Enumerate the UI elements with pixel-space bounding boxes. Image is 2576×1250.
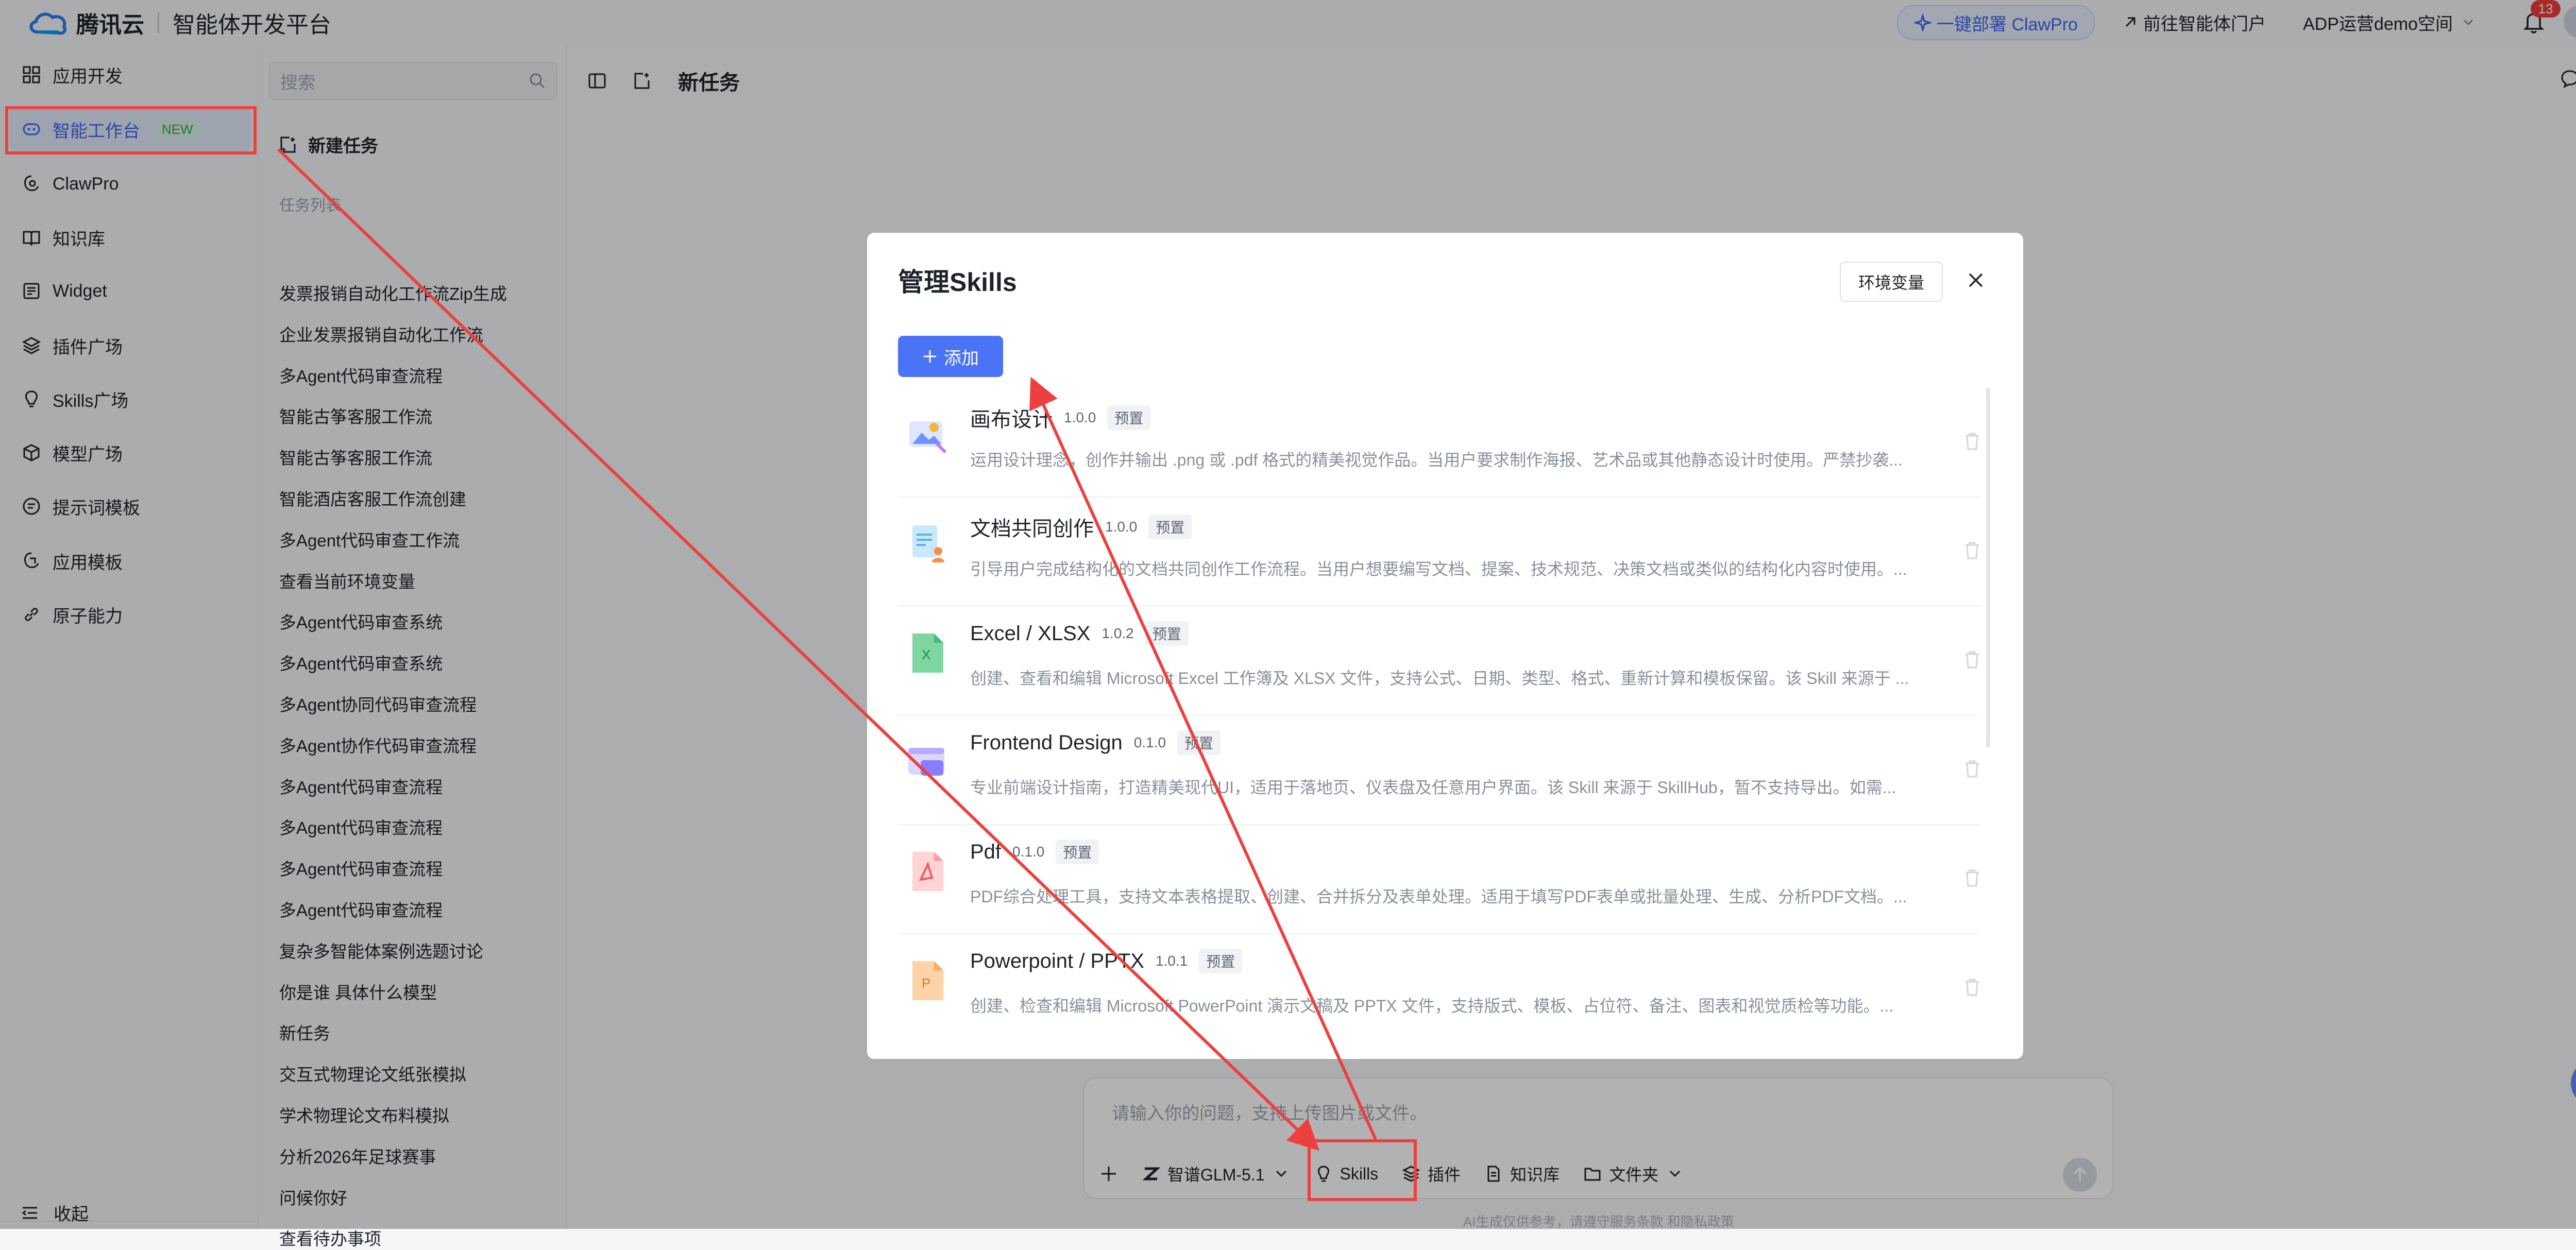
trash-icon[interactable]: [1963, 541, 1981, 560]
skill-title: 文档共同创作 1.0.0 预置: [970, 512, 1192, 542]
skill-version: 0.1.0: [1133, 734, 1166, 750]
plus-icon: [924, 350, 936, 363]
close-icon: [1969, 273, 1983, 287]
skill-description: 运用设计理念，创作并输出 .png 或 .pdf 格式的精美视觉作品。当用户要求…: [970, 451, 1903, 469]
skill-name: Frontend Design: [970, 731, 1123, 754]
canvas-image-icon: [909, 421, 947, 454]
skill-row[interactable]: X Excel / XLSX 1.0.2 预置创建、查看和编辑 Microsoft E…: [898, 606, 1980, 716]
skill-description: PDF综合处理工具，支持文本表格提取、创建、合并拆分及表单处理。适用于填写PDF…: [970, 887, 1907, 906]
skill-description: 引导用户完成结构化的文档共同创作工作流程。当用户想要编写文档、提案、技术规范、决…: [970, 560, 1907, 578]
skill-version: 1.0.1: [1155, 953, 1188, 969]
skill-title: Pdf 0.1.0 预置: [970, 840, 1099, 864]
svg-text:X: X: [922, 647, 930, 662]
skill-title: Excel / XLSX 1.0.2 预置: [970, 621, 1189, 646]
skill-tag: 预置: [1145, 621, 1189, 646]
skill-tag: 预置: [1107, 405, 1151, 430]
skill-row[interactable]: 文档共同创作 1.0.0 预置引导用户完成结构化的文档共同创作工作流程。当用户想要编…: [898, 496, 1980, 607]
skill-row[interactable]: P Powerpoint / PPTX 1.0.1 预置创建、检查和编辑 Micros…: [898, 933, 1980, 1040]
modal-title: 管理Skills: [898, 268, 1017, 297]
skill-title: 画布设计 1.0.0 预置: [970, 403, 1151, 433]
skill-tag: 预置: [1177, 730, 1221, 755]
skill-tag: 预置: [1148, 515, 1192, 539]
skill-name: Powerpoint / PPTX: [970, 949, 1144, 972]
pptx-icon: P: [912, 961, 943, 1000]
excel-icon: X: [912, 633, 943, 673]
skill-list: 画布设计 1.0.0 预置 运用设计理念，创作并输出 .png 或 .pdf 格式的精…: [898, 387, 1984, 1040]
skill-row[interactable]: Pdf 0.1.0 预置 PDF综合处理工具，支持文本表格提取、创建、合并拆分及表单处…: [898, 824, 1980, 934]
skill-row[interactable]: 画布设计 1.0.0 预置运用设计理念，创作并输出 .png 或 .pdf 格式的精…: [898, 387, 1980, 498]
skill-name: 文档共同创作: [970, 518, 1094, 540]
skill-name: Excel / XLSX: [970, 622, 1091, 645]
trash-icon[interactable]: [1963, 650, 1981, 670]
skill-title: Frontend Design 0.1.0 预置: [970, 730, 1221, 755]
skill-description: 创建、查看和编辑 Microsoft Excel 工作簿及 XLSX 文件，支持…: [970, 669, 1909, 688]
trash-icon[interactable]: [1963, 432, 1981, 451]
trash-icon[interactable]: [1963, 978, 1981, 997]
svg-text:P: P: [922, 975, 930, 991]
close-modal-button[interactable]: [1959, 264, 1992, 297]
skill-list-scrollbar[interactable]: [1986, 387, 1990, 748]
add-skill-label: 添加: [944, 348, 979, 368]
env-vars-button[interactable]: 环境变量: [1840, 262, 1943, 302]
browser-window-icon: [908, 748, 944, 776]
manage-skills-modal: 管理Skills 环境变量 添加 画布设计 1.0.0 预置 运用设计理念，创作并输出…: [867, 233, 2023, 1059]
skill-row[interactable]: Frontend Design 0.1.0 预置专业前端设计指南，打造精美现代UI，…: [898, 715, 1980, 825]
task-list-item[interactable]: 查看待办事项: [279, 1225, 381, 1250]
trash-icon[interactable]: [1963, 759, 1981, 779]
skill-title: Powerpoint / PPTX 1.0.1 预置: [970, 949, 1243, 973]
skill-description: 创建、检查和编辑 Microsoft PowerPoint 演示文稿及 PPTX…: [970, 997, 1894, 1015]
skill-description: 专业前端设计指南，打造精美现代UI，适用于落地页、仪表盘及任意用户界面。该 Sk…: [970, 778, 1896, 797]
skill-tag: 预置: [1199, 949, 1243, 973]
skill-name: Pdf: [970, 840, 1002, 863]
skill-version: 1.0.2: [1101, 625, 1134, 641]
skill-version: 1.0.0: [1064, 409, 1096, 425]
skill-version: 0.1.0: [1012, 844, 1045, 860]
skill-version: 1.0.0: [1105, 519, 1138, 535]
skill-name: 画布设计: [970, 408, 1053, 431]
doc-person-icon: [912, 525, 944, 562]
skill-tag: 预置: [1056, 840, 1099, 864]
add-skill-button[interactable]: 添加: [898, 336, 1003, 377]
trash-icon[interactable]: [1963, 868, 1981, 888]
pdf-icon: [912, 852, 943, 891]
